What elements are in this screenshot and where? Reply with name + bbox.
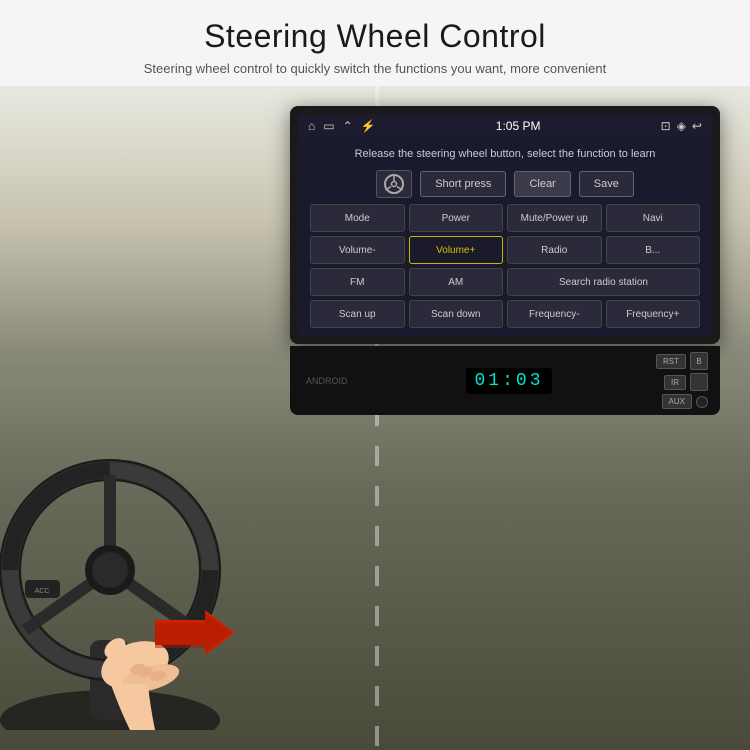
b-button[interactable]: B... xyxy=(606,236,701,264)
usb-icon: ⚡ xyxy=(361,119,376,133)
page-title: Steering Wheel Control xyxy=(40,18,710,55)
instruction-text: Release the steering wheel button, selec… xyxy=(310,146,700,162)
scan-up-button[interactable]: Scan up xyxy=(310,300,405,328)
device-display-time: 01:03 xyxy=(466,368,551,394)
device-body: ANDROID 01:03 RST B IR AUX xyxy=(290,346,720,415)
power-button[interactable]: Power xyxy=(409,204,504,232)
status-icons-right: ⊡ ◈ ↩ xyxy=(661,119,702,133)
frequency-plus-button[interactable]: Frequency+ xyxy=(606,300,701,328)
ir-label: IR xyxy=(664,375,686,390)
aux-port xyxy=(696,396,708,408)
function-buttons-grid: Mode Power Mute/Power up Navi Volume- Vo… xyxy=(310,204,700,328)
steering-wheel-small-icon xyxy=(382,172,406,196)
steering-wheel-container: ACC xyxy=(0,410,240,730)
scan-down-button[interactable]: Scan down xyxy=(409,300,504,328)
cast-icon: ⊡ xyxy=(661,119,671,133)
device-screen: ⌂ ▭ ⌃ ⚡ 1:05 PM ⊡ ◈ ↩ xyxy=(290,106,720,344)
volume-minus-button[interactable]: Volume- xyxy=(310,236,405,264)
rst-label: RST xyxy=(656,354,686,369)
page-subtitle: Steering wheel control to quickly switch… xyxy=(40,61,710,76)
frequency-minus-button[interactable]: Frequency- xyxy=(507,300,602,328)
ir-control-area xyxy=(690,373,708,391)
screen-content: Release the steering wheel button, selec… xyxy=(298,138,712,336)
device-container: ⌂ ▭ ⌃ ⚡ 1:05 PM ⊡ ◈ ↩ xyxy=(290,106,720,415)
fm-button[interactable]: FM xyxy=(310,268,405,296)
device-logo-area: ANDROID xyxy=(302,371,362,391)
clear-button[interactable]: Clear xyxy=(514,171,570,197)
home-icon: ⌂ xyxy=(308,119,315,133)
mode-button[interactable]: Mode xyxy=(310,204,405,232)
save-button[interactable]: Save xyxy=(579,171,634,197)
volume-plus-button[interactable]: Volume+ xyxy=(409,236,504,264)
b-label: B xyxy=(696,357,701,366)
search-radio-button[interactable]: Search radio station xyxy=(507,268,700,296)
status-bar: ⌂ ▭ ⌃ ⚡ 1:05 PM ⊡ ◈ ↩ xyxy=(298,114,712,138)
b-control-button[interactable]: B xyxy=(690,352,708,370)
short-press-button[interactable]: Short press xyxy=(420,171,506,197)
navi-button[interactable]: Navi xyxy=(606,204,701,232)
header-section: Steering Wheel Control Steering wheel co… xyxy=(0,0,750,86)
screen-inner: ⌂ ▭ ⌃ ⚡ 1:05 PM ⊡ ◈ ↩ xyxy=(298,114,712,336)
status-icons-left: ⌂ ▭ ⌃ ⚡ xyxy=(308,119,376,133)
screen-icon: ▭ xyxy=(323,119,334,133)
svg-text:ACC: ACC xyxy=(35,588,50,595)
am-button[interactable]: AM xyxy=(409,268,504,296)
action-buttons-row: Short press Clear Save xyxy=(310,170,700,198)
content-area: ⌂ ▭ ⌃ ⚡ 1:05 PM ⊡ ◈ ↩ xyxy=(0,86,750,750)
page-wrapper: Steering Wheel Control Steering wheel co… xyxy=(0,0,750,750)
device-controls-right: RST B IR AUX xyxy=(656,352,708,409)
radio-button[interactable]: Radio xyxy=(507,236,602,264)
back-icon: ↩ xyxy=(692,119,702,133)
aux-label: AUX xyxy=(662,394,692,409)
status-time: 1:05 PM xyxy=(496,119,541,133)
up-icon: ⌃ xyxy=(343,119,353,133)
steering-wheel-icon-box xyxy=(376,170,412,198)
mute-power-up-button[interactable]: Mute/Power up xyxy=(507,204,602,232)
steering-wheel-svg: ACC xyxy=(0,410,240,730)
location-icon: ◈ xyxy=(677,119,686,133)
